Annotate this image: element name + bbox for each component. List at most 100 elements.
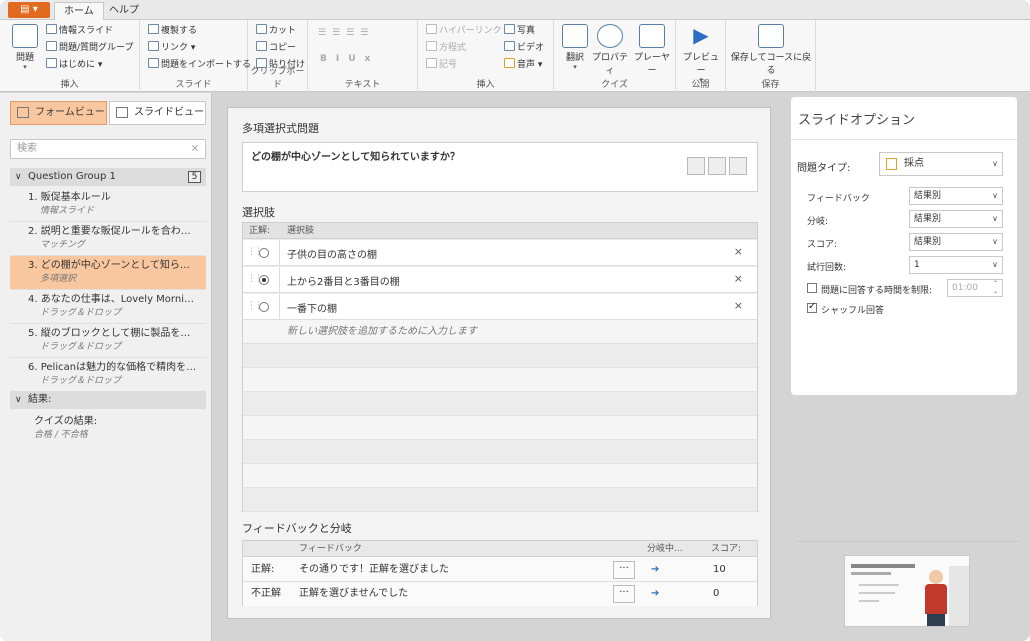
score-value[interactable]: 10 <box>713 558 726 582</box>
photo-button[interactable]: 写真 <box>504 24 535 38</box>
hyperlink-icon <box>426 24 437 34</box>
correct-radio[interactable] <box>259 248 269 258</box>
clipboard-group: カット コピー 貼り付け クリップボード <box>248 20 308 92</box>
choice-row[interactable]: ⋮⋮ 上から2番目と3番目の棚 × <box>243 267 757 293</box>
question-type-select[interactable]: 採点 ∨ <box>879 152 1003 176</box>
slide-preview-thumbnail[interactable] <box>844 555 970 627</box>
score-option-select[interactable]: 結果別 ∨ <box>909 233 1003 251</box>
duplicate-label: 複製する <box>161 26 198 36</box>
feedback-text[interactable]: 正解を選びませんでした <box>299 582 408 606</box>
feedback-option-select[interactable]: 結果別 ∨ <box>909 187 1003 205</box>
chevron-down-icon: ▾ <box>573 63 577 71</box>
branch-arrow-icon[interactable]: ➔ <box>651 558 659 582</box>
branch-arrow-icon[interactable]: ➔ <box>651 582 659 606</box>
properties-button[interactable]: プロパティ <box>590 24 630 76</box>
feedback-text[interactable]: その通りです！正解を選びました <box>299 558 449 582</box>
slide-list-item-selected[interactable]: 3. どの棚が中心ゾーンとして知ら… 多項選択 <box>10 256 206 290</box>
question-text-box[interactable]: どの棚が中心ゾーンとして知られていますか？ <box>242 142 758 192</box>
new-question-label: 問題 <box>15 53 34 63</box>
question-form: 多項選択式問題 どの棚が中心ゾーンとして知られていますか？ 選択肢 正解: 選択… <box>227 107 771 619</box>
more-options-button[interactable]: ··· <box>613 585 635 603</box>
equation-button[interactable]: 方程式 <box>426 41 466 55</box>
cut-label: カット <box>269 26 297 36</box>
duplicate-button[interactable]: 複製する <box>148 24 197 38</box>
clear-search-icon[interactable]: × <box>191 140 199 158</box>
slide-list-panel: フォームビュー スライドビュー 検索 × ∨ Question Group 1 5 1… <box>0 93 212 641</box>
question-media-buttons <box>684 157 747 178</box>
choice-row[interactable]: ⋮⋮ 一番下の棚 × <box>243 294 757 320</box>
copy-button[interactable]: コピー <box>256 41 296 55</box>
delete-choice-icon[interactable]: × <box>734 299 743 312</box>
symbol-button[interactable]: 記号 <box>426 58 457 72</box>
score-value[interactable]: 0 <box>713 582 719 606</box>
attempts-option-label: 試行回数: <box>807 263 847 273</box>
list-format-buttons[interactable]: ☰☰☰☰ <box>318 26 374 40</box>
score-option-label: スコア: <box>807 240 838 250</box>
search-input[interactable]: 検索 × <box>10 139 206 159</box>
branching-option-select[interactable]: 結果別 ∨ <box>909 210 1003 228</box>
choice-text[interactable]: 上から2番目と3番目の棚 <box>287 273 400 288</box>
preview-button[interactable]: ▶ プレビュー ▾ <box>680 24 722 84</box>
form-view-tab[interactable]: フォームビュー <box>10 101 107 125</box>
save-return-label: 保存してコースに戻る <box>730 53 812 76</box>
correct-radio-selected[interactable] <box>259 275 269 285</box>
attempts-option-select[interactable]: 1 ∨ <box>909 256 1003 274</box>
choice-text[interactable]: 一番下の棚 <box>287 300 337 315</box>
player-button[interactable]: プレーヤー <box>632 24 672 76</box>
speaker-icon[interactable] <box>729 157 747 175</box>
slide-list-item[interactable]: 2. 説明と重要な販促ルールを合わ… マッチング <box>10 222 206 256</box>
intro-button[interactable]: はじめに ▾ <box>46 58 102 72</box>
slide-view-tab[interactable]: スライドビュー <box>109 101 206 125</box>
slide-list-item[interactable]: 6. Pelicanは魅力的な価格で精肉を… ドラッグ＆ドロップ <box>10 358 206 392</box>
text-style-buttons[interactable]: BIUx <box>320 52 379 66</box>
video-icon[interactable] <box>708 157 726 175</box>
new-question-button[interactable]: 問題 ▾ <box>10 24 40 71</box>
slide-title: 5. 縦のブロックとして棚に製品を… <box>28 328 191 339</box>
slide-view-label: スライドビュー <box>134 107 204 118</box>
question-group-button[interactable]: 問題/質問グループ <box>46 41 134 55</box>
insert-media-group-label: 挿入 <box>476 80 495 90</box>
delete-choice-icon[interactable]: × <box>734 272 743 285</box>
slide-list-item[interactable]: 5. 縦のブロックとして棚に製品を… ドラッグ＆ドロップ <box>10 324 206 358</box>
video-button[interactable]: ビデオ <box>504 41 544 55</box>
column-divider <box>279 294 280 320</box>
tab-home[interactable]: ホーム <box>54 2 104 21</box>
time-limit-checkbox[interactable] <box>807 283 817 293</box>
correct-radio[interactable] <box>259 302 269 312</box>
delete-choice-icon[interactable]: × <box>734 245 743 258</box>
shuffle-answers-checkbox[interactable] <box>807 301 817 313</box>
cut-button[interactable]: カット <box>256 24 296 38</box>
link-button[interactable]: リンク ▾ <box>148 41 195 55</box>
choice-text[interactable]: 子供の目の高さの棚 <box>287 246 377 261</box>
choices-title: 選択肢 <box>242 206 275 219</box>
feedback-row-incorrect: 不正解 正解を選びませんでした ··· ➔ 0 <box>243 582 757 606</box>
slide-title: 3. どの棚が中心ゾーンとして知ら… <box>28 260 190 271</box>
translate-button[interactable]: 翻訳 ▾ <box>560 24 590 71</box>
slide-view-icon <box>116 107 128 118</box>
info-slide-icon <box>46 24 57 34</box>
import-questions-button[interactable]: 問題をインポートする <box>148 58 251 72</box>
slide-list-item[interactable]: 4. あなたの仕事は、Lovely Morni… ドラッグ＆ドロップ <box>10 290 206 324</box>
result-slide-item[interactable]: クイズの結果: 合格 / 不合格 <box>10 415 206 451</box>
audio-button[interactable]: 音声 ▾ <box>504 58 542 72</box>
add-choice-input[interactable]: 新しい選択肢を追加するために入力します <box>243 320 757 344</box>
equation-label: 方程式 <box>439 43 467 53</box>
save-return-button[interactable]: 保存してコースに戻る <box>728 24 814 76</box>
chevron-down-icon: ∨ <box>992 191 998 200</box>
slide-list-item[interactable]: 1. 販促基本ルール 情報スライド <box>10 188 206 222</box>
question-group-header[interactable]: ∨ Question Group 1 5 <box>10 168 206 186</box>
thumbnail-text-line <box>851 564 915 568</box>
info-slide-button[interactable]: 情報スライド <box>46 24 113 38</box>
hyperlink-button[interactable]: ハイパーリンク <box>426 24 502 38</box>
results-header[interactable]: ∨ 結果: <box>10 391 206 409</box>
file-menu-button[interactable]: ▤ ▾ <box>8 2 50 18</box>
tab-help[interactable]: ヘルプ <box>100 2 148 21</box>
empty-row <box>243 416 757 440</box>
image-icon[interactable] <box>687 157 705 175</box>
more-options-button[interactable]: ··· <box>613 561 635 579</box>
time-limit-stepper[interactable]: 01:00 ⌃ ⌄ <box>947 279 1003 297</box>
choice-row[interactable]: ⋮⋮ 子供の目の高さの棚 × <box>243 240 757 266</box>
empty-row <box>243 440 757 464</box>
chevron-down-icon: ∨ <box>992 159 998 168</box>
video-label: ビデオ <box>517 43 545 53</box>
